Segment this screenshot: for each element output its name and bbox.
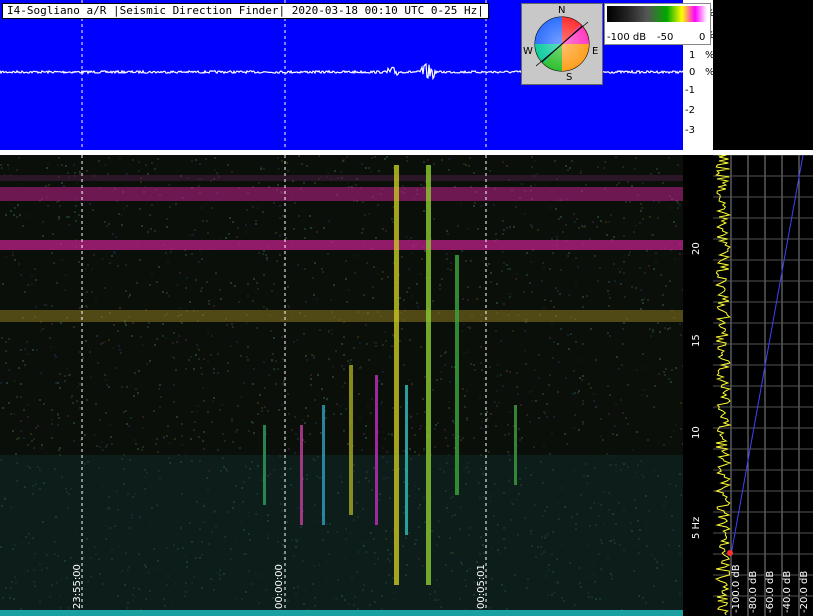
db-label-100: -100.0 dB [731,564,742,613]
db-label-40: -40.0 dB [782,570,793,613]
spectrogram-panel: 23:55:00 00:00:00 00:05:01 [0,155,683,616]
time-label-0005: 00:05:01 [476,564,487,609]
freq-label-10: 10 [691,426,702,439]
compass-north: N [558,5,566,16]
compass-west: W [523,46,533,57]
amp-label-neg1: -1 [685,85,695,96]
amp-label-1: 1 [689,50,696,61]
db-label-20: -20.0 dB [799,570,810,613]
freq-label-5hz: 5 Hz [691,516,702,539]
frequency-axis: 20 15 10 5 Hz [683,155,713,616]
direction-compass: N S E W [521,3,603,85]
freq-label-20: 20 [691,242,702,255]
page-title: I4-Sogliano a/R |Seismic Direction Finde… [2,3,489,19]
time-label-0000: 00:00:00 [274,564,285,609]
amp-label-neg2: -2 [685,105,695,116]
spectrogram-image [0,155,683,616]
time-label-2355: 23:55:00 [72,564,83,609]
compass-rose-icon [534,16,590,72]
db-colorbar: -100 dB -50 0 [604,3,711,45]
amp-label-0: 0 [689,67,696,78]
header-black-panel [713,0,813,150]
bottom-strip [0,610,683,616]
freq-label-15: 15 [691,334,702,347]
amp-label-neg3: -3 [685,125,695,136]
colorbar-label-mid: -50 [657,32,674,43]
db-label-60: -60.0 dB [765,570,776,613]
compass-south: S [566,72,573,83]
colorbar-gradient [607,6,707,22]
spectrum-plot [713,155,813,616]
spectrum-panel: -100.0 dB -80.0 dB -60.0 dB -40.0 dB -20… [713,155,813,616]
colorbar-label-max: 0 [699,32,706,43]
colorbar-label-min: -100 dB [607,32,647,43]
db-label-80: -80.0 dB [748,570,759,613]
compass-east: E [592,46,599,57]
